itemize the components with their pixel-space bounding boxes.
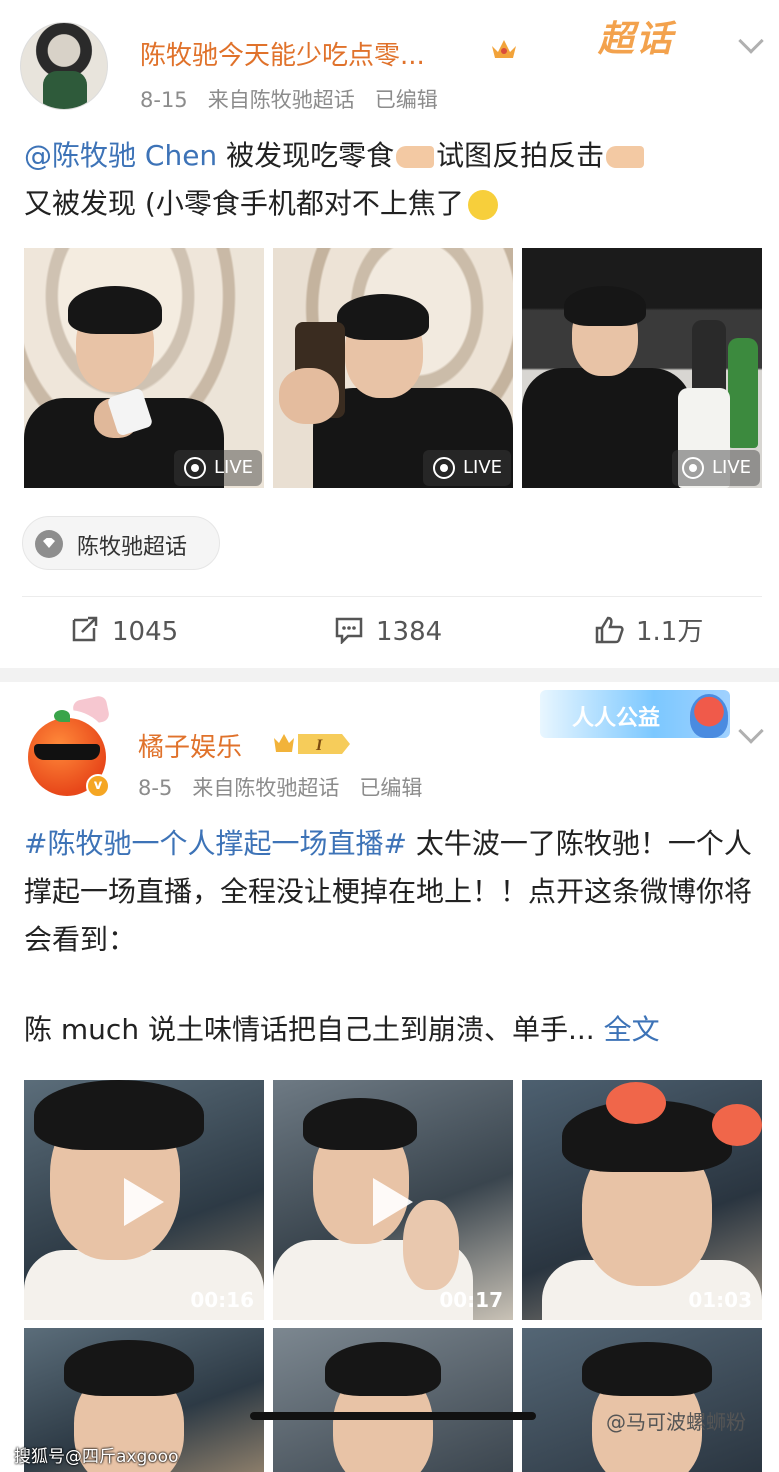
post-source[interactable]: 来自陈牧驰超话 (208, 88, 355, 112)
video-thumbnail-5[interactable] (273, 1328, 513, 1472)
post-text-c: 又被发现 (小零食手机都对不上焦了 (24, 187, 464, 220)
video-thumbnail-3[interactable]: 01:03 (522, 1080, 762, 1320)
diamond-icon (35, 530, 63, 558)
pointing-hand-icon (396, 146, 435, 168)
live-icon (682, 457, 704, 479)
hashtag-link[interactable]: #陈牧驰一个人撑起一场直播# (24, 827, 407, 860)
post-text: #陈牧驰一个人撑起一场直播# 太牛波一了陈牧驰！一个人撑起一场直播，全程没让梗掉… (24, 820, 764, 964)
like-button[interactable]: 1.1万 (594, 612, 703, 652)
supertopic-tag-label: 陈牧驰超话 (77, 535, 188, 560)
post-date: 8-5 (138, 776, 173, 800)
comment-button[interactable]: 1384 (334, 612, 442, 652)
comment-icon (335, 617, 363, 644)
live-icon (433, 457, 455, 479)
video-thumbnail-1[interactable]: 00:16 (24, 1080, 264, 1320)
pointing-hand-icon (606, 146, 645, 168)
dizzy-face-icon (467, 190, 498, 220)
edited-label: 已编辑 (374, 88, 438, 112)
username[interactable]: 橘子娱乐 (138, 727, 242, 764)
live-badge[interactable]: LIVE (423, 450, 511, 486)
mascot-icon (690, 694, 728, 738)
post-meta: 8-5 来自陈牧驰超话 已编辑 (138, 772, 422, 802)
live-icon (184, 457, 206, 479)
full-text-link[interactable]: 全文 (604, 1013, 660, 1046)
edited-label: 已编辑 (359, 776, 423, 800)
crown-icon (492, 40, 516, 58)
thumbs-up-icon (595, 616, 624, 643)
live-badge[interactable]: LIVE (174, 450, 262, 486)
divider (22, 596, 762, 597)
svg-text:I: I (315, 737, 323, 754)
chevron-down-icon[interactable] (738, 28, 764, 54)
post-text: @陈牧驰 Chen 被发现吃零食 试图反拍反击 又被发现 (小零食手机都对不上焦了 (24, 132, 764, 228)
like-count: 1.1万 (636, 617, 704, 647)
repost-button[interactable]: 1045 (70, 612, 178, 652)
username[interactable]: 陈牧驰今天能少吃点零... (140, 35, 425, 72)
video-thumbnail-6[interactable] (522, 1328, 762, 1472)
play-icon (373, 1178, 413, 1226)
avatar[interactable]: v (24, 710, 112, 798)
repost-icon (72, 616, 98, 641)
home-indicator[interactable] (250, 1412, 536, 1420)
post-source[interactable]: 来自陈牧驰超话 (192, 776, 339, 800)
post-text-second: 陈 much 说土味情话把自己土到崩溃、单手... 全文 (24, 1013, 660, 1046)
post-text-b: 试图反拍反击 (436, 139, 605, 172)
video-duration: 00:17 (439, 1288, 503, 1312)
comment-count: 1384 (376, 617, 443, 647)
verified-icon: v (86, 774, 110, 798)
sohu-watermark: 搜狐号@四斤axgooo (14, 1447, 179, 1467)
post-meta: 8-15 来自陈牧驰超话 已编辑 (140, 84, 438, 114)
video-duration: 01:03 (688, 1288, 752, 1312)
play-icon (124, 1178, 164, 1226)
weibo-watermark: @马可波螺蛳粉 (606, 1410, 746, 1434)
supertopic-tag[interactable]: 陈牧驰超话 (22, 516, 220, 570)
post-card-1: 陈牧驰今天能少吃点零... 8-15 来自陈牧驰超话 已编辑 超话 @陈牧驰 C… (0, 0, 779, 668)
post-text-a: 被发现吃零食 (217, 139, 395, 172)
post-date: 8-15 (140, 88, 188, 112)
mention-link[interactable]: @陈牧驰 Chen (24, 139, 217, 172)
supertopic-badge: 超话 (598, 19, 675, 60)
repost-count: 1045 (112, 617, 179, 647)
video-thumbnail-2[interactable]: 00:17 (273, 1080, 513, 1320)
video-duration: 00:16 (190, 1288, 254, 1312)
member-rank-badge: I (274, 734, 350, 754)
live-badge[interactable]: LIVE (672, 450, 760, 486)
avatar[interactable] (20, 22, 108, 110)
